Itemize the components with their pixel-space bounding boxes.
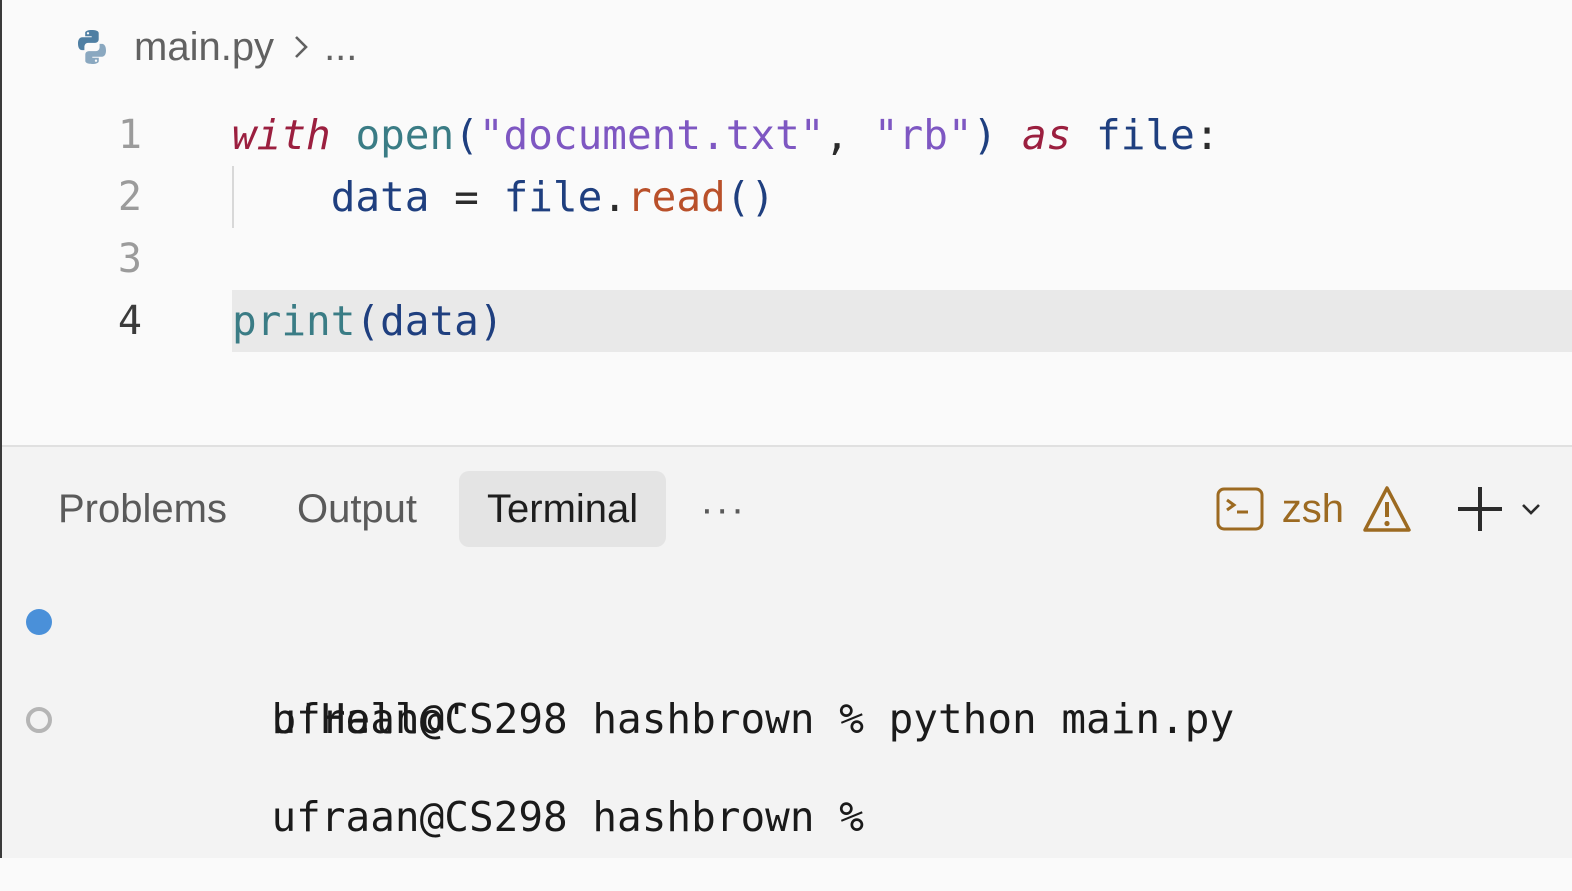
line-text: with open("document.txt", "rb") as file: xyxy=(232,104,1219,166)
token: () xyxy=(725,173,776,221)
python-icon xyxy=(78,30,106,64)
token: as xyxy=(1021,111,1072,159)
terminal-line: ufraan@CS298 hashbrown % python main.py xyxy=(26,597,1234,743)
token: file xyxy=(1096,111,1195,159)
terminal-prompt: ufraan@CS298 hashbrown % xyxy=(271,793,889,841)
line-number: 2 xyxy=(117,174,142,220)
line-number: 3 xyxy=(117,236,142,282)
code-line[interactable]: 2 data = file.read() xyxy=(2,166,1572,228)
shell-name[interactable]: zsh xyxy=(1282,487,1344,532)
command-idle-marker[interactable] xyxy=(26,707,52,733)
breadcrumb-file[interactable]: main.py xyxy=(134,25,274,70)
more-tabs-button[interactable]: ··· xyxy=(680,471,766,547)
token: read xyxy=(627,173,726,221)
terminal-controls: zsh xyxy=(1216,471,1542,547)
chevron-down-icon[interactable] xyxy=(1520,498,1542,520)
vscode-window: main.py ... 1 with open("document.txt", … xyxy=(0,0,1572,858)
code-line[interactable]: 1 with open("document.txt", "rb") as fil… xyxy=(2,104,1572,166)
token: ) xyxy=(478,297,504,345)
code-line-current[interactable]: 4 print(data) xyxy=(2,290,1572,352)
token: with xyxy=(232,111,331,159)
indent-guide xyxy=(232,166,234,228)
code-line[interactable]: 3 xyxy=(2,228,1572,290)
terminal-icon[interactable] xyxy=(1216,487,1264,531)
line-text: data = file.read() xyxy=(232,166,775,228)
bottom-panel: Problems Output Terminal ··· zsh ufraan@… xyxy=(2,445,1572,858)
plus-icon[interactable] xyxy=(1454,483,1506,535)
line-number: 1 xyxy=(117,112,142,158)
token: "document.txt" xyxy=(478,111,825,159)
breadcrumb-trail[interactable]: ... xyxy=(324,25,357,70)
token: = xyxy=(429,173,504,221)
token: open xyxy=(355,111,455,159)
token: ( xyxy=(454,111,479,159)
token: file xyxy=(503,173,603,221)
terminal-line: b'Hello' xyxy=(26,646,1234,743)
warning-icon[interactable] xyxy=(1362,485,1412,533)
token: data xyxy=(380,297,479,345)
tab-terminal[interactable]: Terminal xyxy=(459,471,667,547)
token: ) xyxy=(972,111,998,159)
code-lines[interactable]: 1 with open("document.txt", "rb") as fil… xyxy=(2,104,1572,352)
tab-problems[interactable]: Problems xyxy=(30,471,255,547)
line-number: 4 xyxy=(117,298,142,344)
breadcrumb: main.py ... xyxy=(72,22,357,72)
token: . xyxy=(602,173,627,221)
tab-output[interactable]: Output xyxy=(269,471,445,547)
terminal-line: ufraan@CS298 hashbrown % xyxy=(26,695,1234,841)
line-text: print(data) xyxy=(232,290,504,352)
panel-tabs: Problems Output Terminal ··· xyxy=(30,471,780,547)
token: : xyxy=(1194,111,1220,159)
token: "rb" xyxy=(873,111,973,159)
token: , xyxy=(824,111,874,159)
command-success-marker[interactable] xyxy=(26,609,52,635)
token: ( xyxy=(355,297,381,345)
code-editor[interactable]: main.py ... 1 with open("document.txt", … xyxy=(2,0,1572,445)
token: print xyxy=(232,297,356,345)
token: data xyxy=(330,173,430,221)
terminal-output[interactable]: ufraan@CS298 hashbrown % python main.py … xyxy=(26,597,1234,841)
chevron-right-icon xyxy=(292,33,310,61)
